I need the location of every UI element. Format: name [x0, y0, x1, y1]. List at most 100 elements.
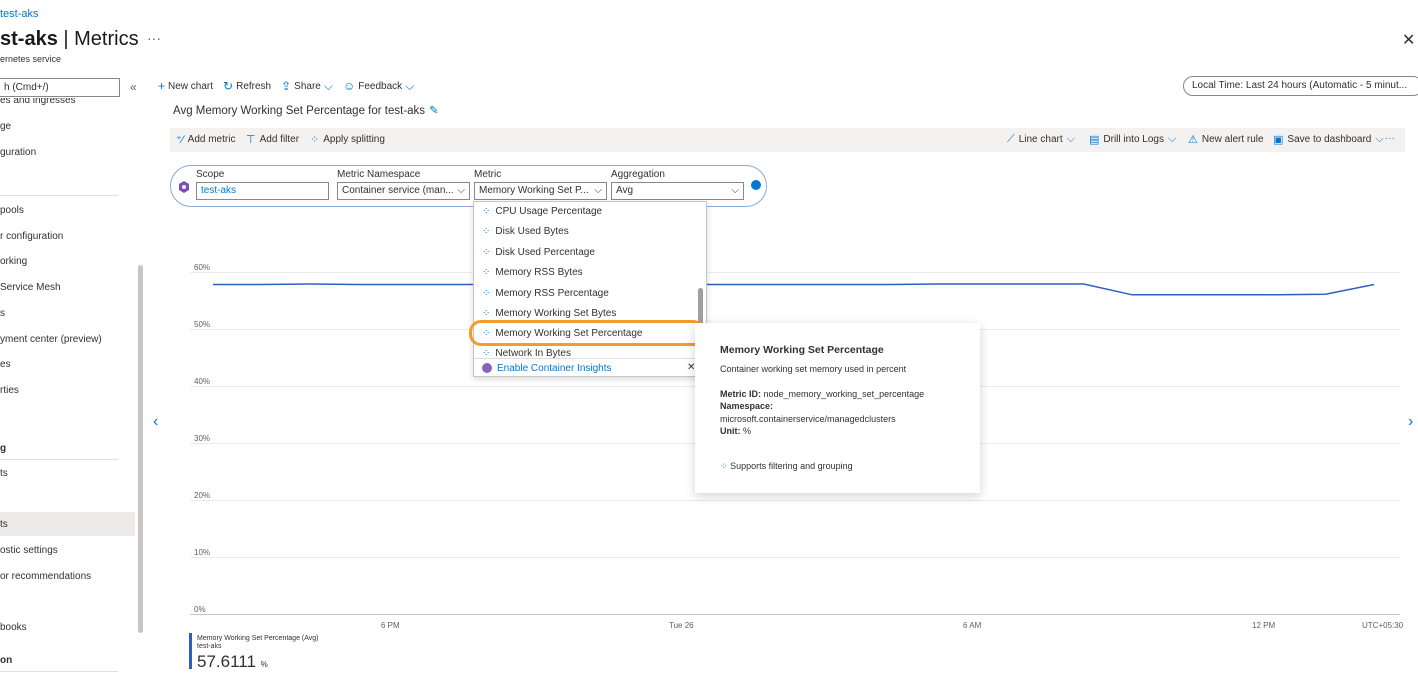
- metric-value: Memory Working Set P...: [479, 185, 589, 196]
- sidebar-search-input[interactable]: h (Cmd+/): [0, 78, 120, 97]
- plus-icon: +: [158, 79, 166, 93]
- dropdown-option[interactable]: ⁘ CPU Usage Percentage: [482, 206, 602, 217]
- option-label: Memory RSS Percentage: [495, 288, 609, 299]
- option-label: Memory RSS Bytes: [495, 267, 583, 278]
- sidebar-item-metrics[interactable]: ts: [0, 519, 8, 530]
- metric-icon: ⁘: [482, 247, 491, 258]
- new-alert-label: New alert rule: [1201, 134, 1264, 145]
- scope-field[interactable]: test-aks: [196, 182, 329, 200]
- legend-unit: %: [260, 660, 268, 669]
- breadcrumb[interactable]: test-aks: [0, 8, 39, 20]
- chart-title-text: Avg Memory Working Set Percentage for te…: [173, 105, 426, 117]
- enable-insights-row[interactable]: Enable Container Insights ✕: [474, 358, 706, 376]
- legend-series-name: Memory Working Set Percentage (Avg): [197, 635, 319, 642]
- add-filter-label: Add filter: [259, 134, 300, 145]
- refresh-icon: ↻: [223, 79, 234, 93]
- namespace-label: Namespace:: [720, 401, 774, 411]
- add-metric-icon: ⁺⁄: [176, 134, 184, 146]
- chevron-left-icon[interactable]: ‹: [153, 413, 158, 431]
- metric-dropdown-list: ⁘ CPU Usage Percentage ⁘ Disk Used Bytes ⁘…: [473, 201, 707, 377]
- namespace-select[interactable]: Container service (man... ⌵: [337, 182, 470, 200]
- check-icon[interactable]: [751, 180, 761, 190]
- page-subtitle: ernetes service: [0, 54, 62, 64]
- save-dashboard-label: Save to dashboard: [1287, 134, 1372, 145]
- metric-icon: ⁘: [720, 461, 728, 471]
- chevron-down-icon: ⌵: [405, 78, 415, 93]
- metric-select[interactable]: Memory Working Set P... ⌵: [474, 182, 607, 200]
- enable-insights-link[interactable]: Enable Container Insights: [497, 363, 612, 374]
- supports-row: ⁘ Supports filtering and grouping: [720, 461, 853, 472]
- sidebar-item[interactable]: s: [0, 308, 5, 319]
- y-tick-label: 20%: [194, 491, 211, 500]
- sidebar-item[interactable]: yment center (preview): [0, 334, 102, 345]
- splitting-icon: ⁘: [310, 134, 320, 146]
- save-dashboard-button[interactable]: ▣ Save to dashboard ⌵: [1273, 133, 1384, 146]
- supports-text: Supports filtering and grouping: [730, 461, 853, 471]
- close-icon[interactable]: ✕: [1402, 30, 1415, 50]
- alert-icon: ⚠: [1188, 134, 1198, 146]
- scope-label: Scope: [196, 169, 225, 180]
- y-tick-label: 50%: [194, 320, 211, 329]
- dropdown-option[interactable]: ⁘ Memory RSS Bytes: [482, 267, 583, 278]
- option-label: Memory Working Set Bytes: [495, 308, 617, 319]
- share-button[interactable]: ⇪ Share ⌵: [281, 79, 333, 94]
- sidebar-item[interactable]: books: [0, 622, 27, 633]
- dropdown-option[interactable]: ⁘ Disk Used Bytes: [482, 226, 569, 237]
- chevron-right-icon[interactable]: ›: [1408, 413, 1413, 431]
- sidebar-item[interactable]: ts: [0, 468, 8, 479]
- x-tick-label: 6 PM: [381, 621, 400, 630]
- y-tick-label: 60%: [194, 263, 211, 272]
- feedback-button[interactable]: ☺ Feedback ⌵: [343, 79, 414, 94]
- dropdown-option[interactable]: ⁘ Memory RSS Percentage: [482, 288, 609, 299]
- edit-pencil-icon[interactable]: ✎: [429, 105, 439, 117]
- sidebar-item[interactable]: or recommendations: [0, 571, 91, 582]
- sidebar-item[interactable]: es: [0, 359, 11, 370]
- namespace-label: Metric Namespace: [337, 169, 421, 180]
- metric-id-value: node_memory_working_set_percentage: [763, 389, 925, 399]
- add-filter-button[interactable]: ⊤ Add filter: [246, 133, 299, 146]
- sidebar-item[interactable]: r configuration: [0, 231, 63, 242]
- sidebar-item[interactable]: Service Mesh: [0, 282, 61, 293]
- chevron-down-icon: ⌵: [731, 185, 739, 196]
- dropdown-option[interactable]: ⁘ Disk Used Percentage: [482, 247, 595, 258]
- sidebar-item[interactable]: guration: [0, 147, 36, 158]
- share-label: Share: [294, 80, 321, 92]
- add-metric-button[interactable]: ⁺⁄ Add metric: [176, 133, 235, 146]
- sidebar-item[interactable]: es and ingresses: [0, 98, 76, 106]
- sidebar: es and ingresses ge guration pools r con…: [0, 98, 147, 678]
- gridline: [190, 500, 1400, 501]
- new-chart-button[interactable]: + New chart: [158, 79, 213, 93]
- sidebar-scrollbar[interactable]: [138, 265, 143, 633]
- apply-splitting-button[interactable]: ⁘ Apply splitting: [310, 133, 385, 146]
- time-range-picker[interactable]: Local Time: Last 24 hours (Automatic - 5…: [1183, 76, 1418, 96]
- metric-icon: ⁘: [482, 206, 491, 217]
- smiley-icon: ☺: [342, 79, 356, 93]
- page-title: st-aks | Metrics: [0, 28, 139, 51]
- refresh-button[interactable]: ↻ Refresh: [223, 79, 271, 93]
- sidebar-item[interactable]: ostic settings: [0, 545, 58, 556]
- chevron-down-icon: ⌵: [594, 185, 602, 196]
- collapse-sidebar-button[interactable]: «: [130, 80, 137, 94]
- legend-scope: test-aks: [197, 643, 222, 650]
- more-button[interactable]: ···: [1385, 133, 1395, 144]
- sidebar-item[interactable]: ge: [0, 121, 11, 132]
- metric-info-card: Memory Working Set Percentage Container …: [695, 323, 980, 493]
- new-alert-rule-button[interactable]: ⚠ New alert rule: [1188, 133, 1264, 146]
- option-label: Disk Used Bytes: [495, 226, 569, 237]
- sidebar-item[interactable]: orking: [0, 256, 27, 267]
- sidebar-item[interactable]: pools: [0, 205, 24, 216]
- filter-icon: ⊤: [246, 134, 256, 146]
- more-options-button[interactable]: ···: [147, 30, 161, 46]
- dropdown-option[interactable]: ⁘ Memory Working Set Bytes: [482, 308, 616, 319]
- sidebar-divider: [0, 671, 118, 672]
- drill-logs-button[interactable]: ▤ Drill into Logs ⌵: [1089, 133, 1176, 146]
- logs-icon: ▤: [1089, 134, 1100, 146]
- aggregation-select[interactable]: Avg ⌵: [611, 182, 744, 200]
- sidebar-section-heading: g: [0, 443, 7, 454]
- timezone-label: UTC+05:30: [1362, 621, 1404, 630]
- metric-id-row: Metric ID: node_memory_working_set_perce…: [720, 389, 924, 399]
- line-chart-button[interactable]: ⟋ Line chart ⌵: [1007, 133, 1075, 146]
- refresh-label: Refresh: [236, 80, 272, 92]
- chart-command-bar: ⁺⁄ Add metric ⊤ Add filter ⁘ Apply splittin…: [170, 128, 1405, 152]
- sidebar-item[interactable]: rties: [0, 385, 19, 396]
